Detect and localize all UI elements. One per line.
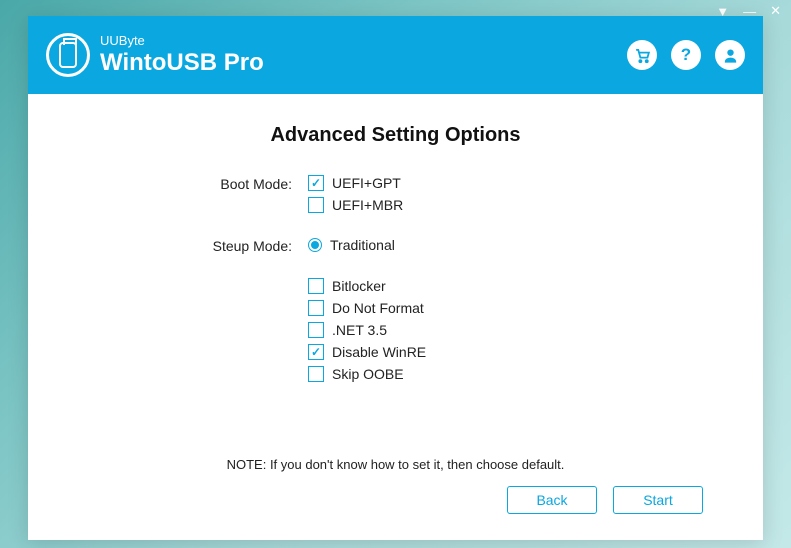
option-label: Disable WinRE xyxy=(332,344,426,360)
note-text: NOTE: If you don't know how to set it, t… xyxy=(78,457,713,472)
titlebar: UUByte WintoUSB Pro ? xyxy=(28,16,763,94)
brand-small: UUByte xyxy=(100,34,264,49)
brand-block: UUByte WintoUSB Pro xyxy=(100,34,264,77)
close-button[interactable]: ✕ xyxy=(770,3,781,19)
boot-mode-uefi-mbr[interactable]: UEFI+MBR xyxy=(308,197,403,213)
option-skip-oobe[interactable]: Skip OOBE xyxy=(308,366,426,382)
brand-big: WintoUSB Pro xyxy=(100,49,264,77)
option-label: Bitlocker xyxy=(332,278,386,294)
setup-mode-row: Steup Mode: Traditional xyxy=(78,237,713,254)
setup-mode-traditional[interactable]: Traditional xyxy=(308,237,395,253)
back-button[interactable]: Back xyxy=(507,486,597,514)
setup-mode-label: Steup Mode: xyxy=(78,237,308,254)
checkbox-icon xyxy=(308,344,324,360)
option-label: .NET 3.5 xyxy=(332,322,387,338)
radio-icon xyxy=(308,238,322,252)
page-heading: Advanced Setting Options xyxy=(78,124,713,147)
option-bitlocker[interactable]: Bitlocker xyxy=(308,278,426,294)
app-window: UUByte WintoUSB Pro ? Advanced Setting O… xyxy=(28,16,763,540)
boot-mode-uefi-gpt[interactable]: UEFI+GPT xyxy=(308,175,403,191)
boot-mode-row: Boot Mode: UEFI+GPT UEFI+MBR xyxy=(78,175,713,213)
start-button[interactable]: Start xyxy=(613,486,703,514)
option-label: Skip OOBE xyxy=(332,366,404,382)
app-logo xyxy=(46,33,90,77)
checkbox-icon xyxy=(308,300,324,316)
option-disable-winre[interactable]: Disable WinRE xyxy=(308,344,426,360)
boot-mode-label: Boot Mode: xyxy=(78,175,308,192)
cart-icon[interactable] xyxy=(627,40,657,70)
option-label: UEFI+GPT xyxy=(332,175,401,191)
checkbox-icon xyxy=(308,278,324,294)
option-net35[interactable]: .NET 3.5 xyxy=(308,322,426,338)
user-icon[interactable] xyxy=(715,40,745,70)
footer-buttons: Back Start xyxy=(78,486,713,520)
option-label: Traditional xyxy=(330,237,395,253)
help-icon[interactable]: ? xyxy=(671,40,701,70)
content-area: Advanced Setting Options Boot Mode: UEFI… xyxy=(28,94,763,540)
checkbox-icon xyxy=(308,197,324,213)
checkbox-icon xyxy=(308,175,324,191)
checkbox-icon xyxy=(308,322,324,338)
option-label: UEFI+MBR xyxy=(332,197,403,213)
extra-options-row: Bitlocker Do Not Format .NET 3.5 Disable… xyxy=(78,278,713,382)
checkbox-icon xyxy=(308,366,324,382)
header-icons: ? xyxy=(627,40,745,70)
usb-icon xyxy=(59,42,77,68)
option-label: Do Not Format xyxy=(332,300,424,316)
option-do-not-format[interactable]: Do Not Format xyxy=(308,300,426,316)
